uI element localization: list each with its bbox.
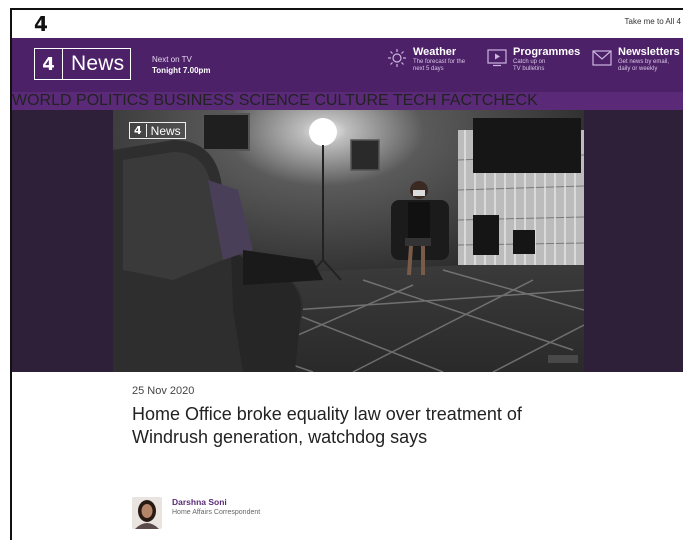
watermark-number: 4 [130,124,147,137]
hero-image: 4 News [113,110,584,372]
author-byline[interactable]: Darshna Soni Home Affairs Correspondent [132,497,260,529]
author-role: Home Affairs Correspondent [172,509,261,516]
weather-subtitle-1: The forecast for the [413,59,466,65]
next-on-tv-label: Next on TV [152,55,192,64]
programmes-subtitle-1: Catch up on [513,59,546,65]
newsletters-link[interactable]: Newsletters Get news by email, daily or … [592,46,680,73]
nav-item-business[interactable]: BUSINESS [153,92,234,109]
programmes-title: Programmes [513,46,581,58]
brand-name: News [71,52,125,75]
weather-link[interactable]: Weather The forecast for the next 5 days [387,46,465,73]
news-brand-logo[interactable]: 4 News [34,48,132,80]
watermark-name: News [150,123,181,138]
nav-item-politics[interactable]: POLITICS [76,92,149,109]
section-nav: WORLD POLITICS BUSINESS SCIENCE CULTURE … [12,92,683,110]
next-on-tv[interactable]: Next on TV Tonight 7.00pm [152,54,211,76]
author-name[interactable]: Darshna Soni [172,497,260,508]
weather-subtitle-2: next 5 days [413,66,444,72]
newsletters-title: Newsletters [618,46,680,58]
nav-item-science[interactable]: SCIENCE [239,92,310,109]
top-strip: 4 Take me to All 4 [12,10,683,38]
nav-item-culture[interactable]: CULTURE [314,92,388,109]
nav-item-tech[interactable]: TECH [393,92,437,109]
author-avatar [132,497,162,529]
article-headline: Home Office broke equality law over trea… [132,404,522,447]
nav-item-world[interactable]: WORLD [12,92,72,109]
tv-play-icon [487,48,507,68]
programmes-subtitle-2: TV bulletins [513,66,545,72]
nav-item-factcheck[interactable]: FACTCHECK [441,92,538,109]
all4-link[interactable]: Take me to All 4 [625,17,681,26]
channel4-logo[interactable]: 4 [34,12,48,36]
article-header: 25 Nov 2020 Home Office broke equality l… [132,385,572,449]
hero-watermark: 4 News [129,122,186,139]
page-frame: 4 Take me to All 4 4 News Next on TV Ton… [10,8,683,540]
programmes-link[interactable]: Programmes Catch up on TV bulletins [487,46,580,73]
hero-section: 4 News [12,110,683,372]
newsletters-subtitle-2: daily or weekly [618,66,658,72]
next-on-tv-time: Tonight 7.00pm [152,66,211,75]
site-header: 4 News Next on TV Tonight 7.00pm Weather… [12,38,683,92]
newsletters-subtitle-1: Get news by email, [618,59,670,65]
envelope-icon [592,48,612,68]
article-date: 25 Nov 2020 [132,385,195,397]
weather-title: Weather [413,46,457,58]
brand-number: 4 [35,49,63,79]
sun-icon [387,48,407,68]
